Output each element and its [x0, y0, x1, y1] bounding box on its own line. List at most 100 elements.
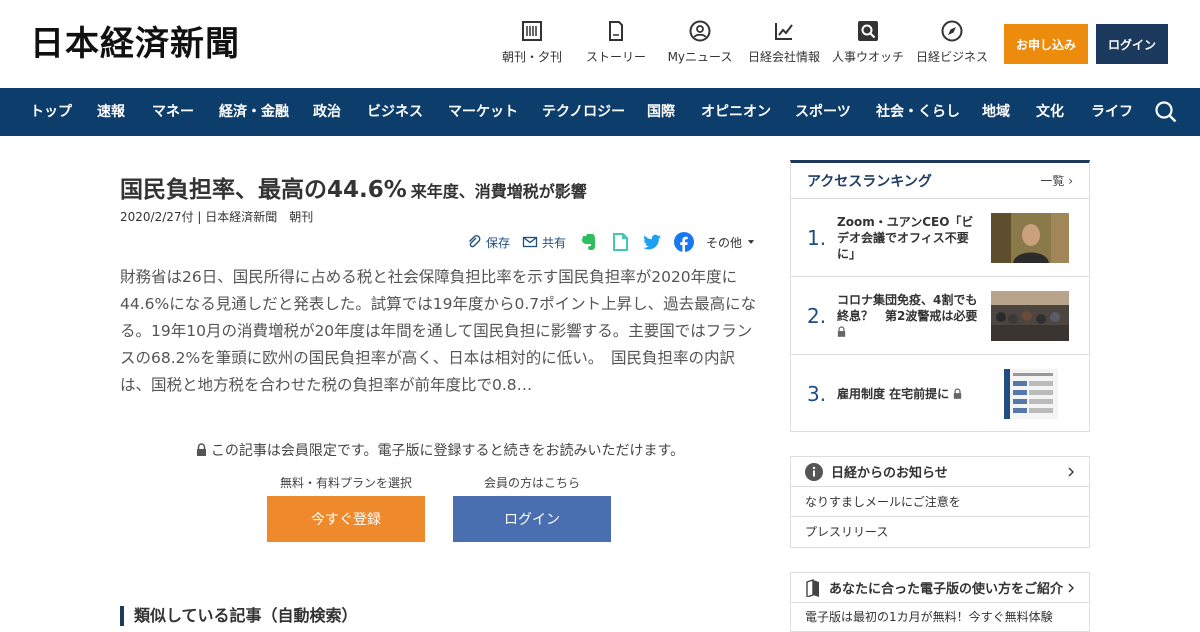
- login-button[interactable]: ログイン: [1096, 24, 1168, 64]
- register-caption: 無料・有料プランを選択: [279, 476, 412, 490]
- notice-title: 日経からのお知らせ: [831, 466, 948, 481]
- main-nav: トップ 速報 マネー 経済・金融 政治 ビジネス マーケット テクノロジー 国際…: [0, 88, 1200, 136]
- newspaper-icon: [522, 21, 542, 41]
- twitter-icon[interactable]: [642, 232, 662, 252]
- lock-icon: [196, 443, 206, 456]
- ranking-headline-text: 雇用制度 在宅前提に: [837, 387, 950, 401]
- tool-label: ストーリー: [585, 50, 646, 64]
- ranking-thumbnail: [991, 212, 1069, 263]
- site-logo[interactable]: 日本経済新聞: [30, 24, 240, 64]
- tool-personnel[interactable]: 人事ウオッチ: [826, 20, 910, 65]
- article-subtitle: 来年度、消費増税が影響: [410, 182, 587, 201]
- ranking-headline: コロナ集団免疫、4割でも終息？ 第2波警戒は必要: [837, 292, 983, 340]
- chart-icon: [775, 23, 793, 40]
- nav-item-money[interactable]: マネー: [152, 88, 194, 136]
- guide-title: あなたに合った電子版の使い方をご紹介: [829, 582, 1064, 597]
- paperclip-icon: [468, 235, 481, 248]
- members-only-text: この記事は会員限定です。電子版に登録すると続きをお読みいただけます。: [210, 443, 685, 459]
- digital-guide: あなたに合った電子版の使い方をご紹介 電子版は最初の1カ月が無料！今すぐ無料体験: [790, 572, 1090, 632]
- tool-nikkei-business[interactable]: 日経ビジネス: [910, 20, 994, 65]
- related-articles-heading: 類似している記事（自動検索）: [120, 606, 358, 626]
- nav-item-politics[interactable]: 政治: [313, 88, 341, 136]
- share-button[interactable]: 共有: [522, 234, 566, 251]
- evernote-icon[interactable]: [578, 232, 598, 252]
- ranking-thumbnail: [991, 290, 1069, 341]
- nav-item-regional[interactable]: 地域: [982, 88, 1010, 136]
- nikkei-notices: 日経からのお知らせ なりすましメールにご注意を プレスリリース: [790, 456, 1090, 548]
- guide-header[interactable]: あなたに合った電子版の使い方をご紹介: [791, 573, 1089, 603]
- compass-icon: [941, 20, 963, 42]
- access-ranking: アクセスランキング 一覧 › 1. Zoom・ユアンCEO「ビデオ会議でオフィス…: [790, 160, 1090, 432]
- apply-button[interactable]: お申し込み: [1004, 24, 1088, 64]
- share-label: 共有: [541, 235, 566, 250]
- nav-item-economy[interactable]: 経済・金融: [219, 88, 289, 136]
- facebook-icon[interactable]: [673, 232, 694, 252]
- more-label: その他: [705, 235, 742, 250]
- ranking-thumbnail: [1004, 369, 1058, 419]
- chevron-right-icon: [1068, 467, 1074, 476]
- nav-item-international[interactable]: 国際: [647, 88, 675, 136]
- nav-item-opinion[interactable]: オピニオン: [701, 88, 771, 136]
- ranking-item[interactable]: 3. 雇用制度 在宅前提に: [791, 355, 1089, 433]
- nav-item-society[interactable]: 社会・くらし: [876, 88, 960, 136]
- ranking-headline: Zoom・ユアンCEO「ビデオ会議でオフィス不要に」: [837, 214, 974, 261]
- nav-item-technology[interactable]: テクノロジー: [542, 88, 625, 136]
- members-only-note: この記事は会員限定です。電子版に登録すると続きをお読みいただけます。: [120, 440, 760, 460]
- ranking-number: 2.: [807, 303, 827, 328]
- save-label: 保存: [485, 235, 510, 250]
- member-login-button[interactable]: ログイン: [453, 496, 611, 542]
- more-button[interactable]: その他: [706, 234, 756, 251]
- nav-item-top[interactable]: トップ: [30, 88, 72, 136]
- nav-item-life[interactable]: ライフ: [1091, 88, 1133, 136]
- info-icon: [805, 462, 823, 481]
- lock-icon: [954, 388, 962, 399]
- lock-icon: [837, 325, 846, 337]
- note-icon[interactable]: [610, 232, 630, 252]
- ranking-header: アクセスランキング 一覧 ›: [791, 163, 1089, 199]
- site-header: 日本経済新聞 朝刊・夕刊 ストーリー Myニュース 日経会社情報 人事ウオッチ …: [0, 0, 1200, 88]
- save-button[interactable]: 保存: [466, 234, 510, 251]
- chevron-right-icon: [1068, 583, 1074, 592]
- book-icon: [806, 578, 819, 597]
- article-body: 財務省は26日、国民所得に占める税と社会保障負担比率を示す国民負担率が2020年…: [120, 268, 757, 394]
- guide-item[interactable]: 電子版は最初の1カ月が無料！今すぐ無料体験: [791, 603, 1089, 631]
- ranking-item[interactable]: 1. Zoom・ユアンCEO「ビデオ会議でオフィス不要に」: [791, 199, 1089, 277]
- document-icon: [609, 21, 623, 41]
- ranking-all-label: 一覧: [1040, 174, 1065, 188]
- ranking-number: 3.: [807, 382, 827, 406]
- caret-down-icon: [747, 240, 755, 244]
- tool-mynews[interactable]: Myニュース: [658, 20, 742, 65]
- search-person-icon: [858, 21, 878, 41]
- tool-label: 朝刊・夕刊: [501, 50, 562, 64]
- notice-item[interactable]: プレスリリース: [791, 517, 1089, 547]
- tool-label: Myニュース: [667, 50, 733, 64]
- ranking-title: アクセスランキング: [807, 173, 932, 190]
- user-icon: [689, 20, 711, 42]
- header-tools: 朝刊・夕刊 ストーリー Myニュース 日経会社情報 人事ウオッチ 日経ビジネス: [490, 20, 994, 65]
- nav-item-sports[interactable]: スポーツ: [795, 88, 851, 136]
- tool-label: 日経会社情報: [747, 50, 820, 64]
- ranking-headline-text: コロナ集団免疫、4割でも終息？ 第2波警戒は必要: [837, 292, 978, 323]
- notice-item[interactable]: なりすましメールにご注意を: [791, 487, 1089, 517]
- search-icon[interactable]: [1154, 100, 1178, 124]
- article-meta: 2020/2/27付 | 日本経済新聞 朝刊: [120, 210, 314, 224]
- ranking-item[interactable]: 2. コロナ集団免疫、4割でも終息？ 第2波警戒は必要: [791, 277, 1089, 355]
- ranking-number: 1.: [807, 225, 827, 250]
- tool-label: 日経ビジネス: [915, 50, 988, 64]
- mail-icon: [522, 236, 538, 248]
- nav-item-breaking[interactable]: 速報: [97, 88, 125, 136]
- login-caption: 会員の方はこちら: [483, 476, 580, 490]
- register-button[interactable]: 今すぐ登録: [267, 496, 425, 542]
- tool-company-info[interactable]: 日経会社情報: [742, 20, 826, 65]
- notice-header[interactable]: 日経からのお知らせ: [791, 457, 1089, 487]
- tool-label: 人事ウオッチ: [831, 50, 904, 64]
- article-headline: 国民負担率、最高の44.6%: [120, 177, 407, 203]
- article-title: 国民負担率、最高の44.6% 来年度、消費増税が影響: [120, 170, 760, 204]
- nav-item-business[interactable]: ビジネス: [367, 88, 423, 136]
- tool-newspaper[interactable]: 朝刊・夕刊: [490, 20, 574, 65]
- tool-story[interactable]: ストーリー: [574, 20, 658, 65]
- nav-item-market[interactable]: マーケット: [448, 88, 518, 136]
- ranking-headline: 雇用制度 在宅前提に: [837, 386, 983, 402]
- nav-item-culture[interactable]: 文化: [1036, 88, 1064, 136]
- ranking-all-link[interactable]: 一覧 ›: [1040, 172, 1073, 189]
